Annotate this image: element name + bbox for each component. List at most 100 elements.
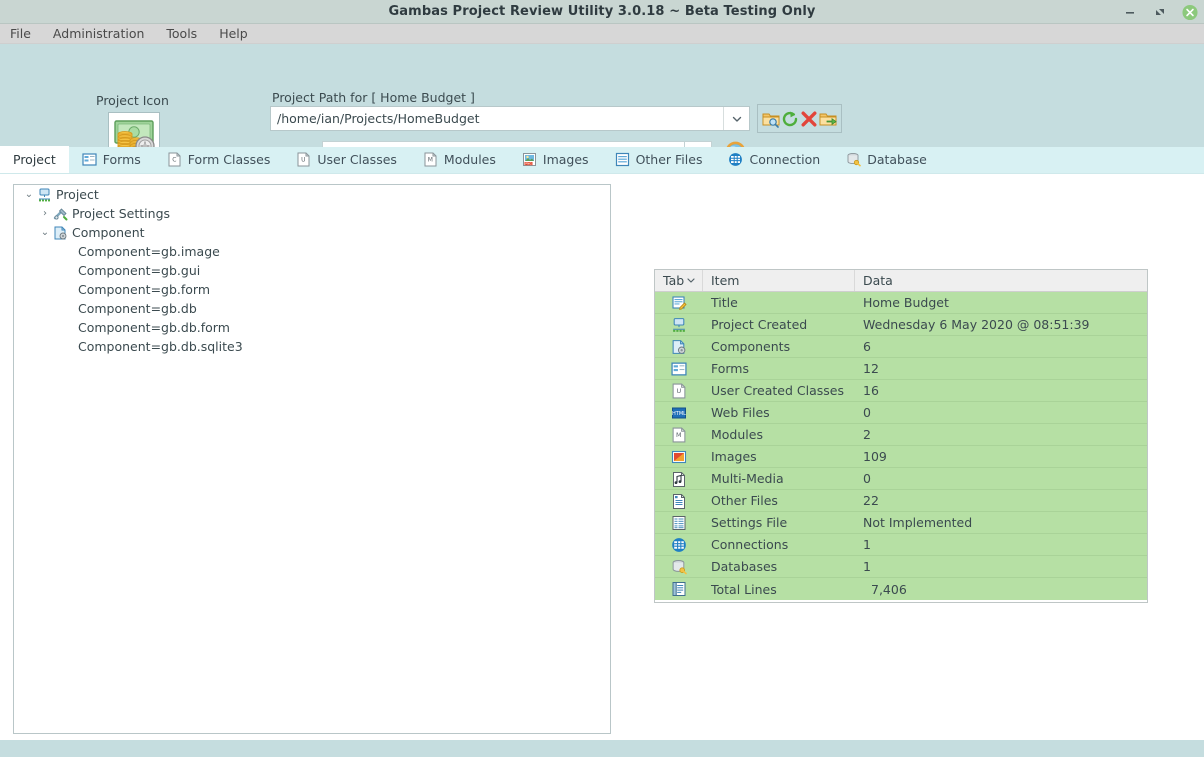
row-icon-cell [655,292,703,313]
tree-node-label: Component=gb.gui [78,263,200,278]
tree-node-component[interactable]: ⌄ Component [14,223,610,242]
tree-node-component-item[interactable]: Component=gb.image [14,242,610,261]
settings-tools-icon [52,206,69,221]
svg-text:U: U [301,156,305,163]
row-item-label: Connections [703,534,855,555]
tree-node-component-item[interactable]: Component=gb.form [14,280,610,299]
column-header-data[interactable]: Data [855,270,1147,291]
menu-item-administration[interactable]: Administration [53,26,144,41]
tab-modules[interactable]: M Modules [410,146,509,173]
clear-project-button[interactable] [800,110,818,128]
svg-text:U: U [676,386,681,394]
tree-node-project[interactable]: ⌄ Project [14,185,610,204]
tree-node-component-item[interactable]: Component=gb.db [14,299,610,318]
table-row[interactable]: Components 6 [655,336,1147,358]
chevron-down-icon[interactable] [723,107,749,130]
expander-icon[interactable]: ⌄ [22,189,36,200]
other-file-icon [671,493,687,509]
refresh-project-button[interactable] [781,110,799,128]
tab-label: Project [13,152,56,167]
close-button[interactable] [1182,4,1198,20]
project-icon [671,317,687,333]
row-icon-cell [655,358,703,379]
menu-item-help[interactable]: Help [219,26,248,41]
lines-book-icon [671,581,687,597]
status-bar [0,740,1204,757]
row-item-label: User Created Classes [703,380,855,401]
minimize-button[interactable] [1122,4,1138,20]
table-row[interactable]: Total Lines 7,406 [655,578,1147,600]
column-header-tab[interactable]: Tab [655,270,703,291]
table-row[interactable]: Project Created Wednesday 6 May 2020 @ 0… [655,314,1147,336]
u-file-icon: U [671,383,687,399]
tab-project[interactable]: Project [0,146,69,173]
expander-icon[interactable]: ⌄ [38,227,52,238]
sort-chevron-icon[interactable] [686,273,696,288]
column-header-item[interactable]: Item [703,270,855,291]
open-project-button[interactable] [819,110,837,128]
menu-item-tools[interactable]: Tools [166,26,197,41]
tree-node-label: Project [56,187,99,202]
table-row[interactable]: Title Home Budget [655,292,1147,314]
tree-node-component-item[interactable]: Component=gb.gui [14,261,610,280]
table-row[interactable]: Forms 12 [655,358,1147,380]
edit-document-icon [671,295,687,311]
row-icon-cell [655,446,703,467]
html-file-icon: HTML [671,405,687,421]
menu-item-file[interactable]: File [10,26,31,41]
tab-images[interactable]: PNG Images [509,146,602,173]
settings-list-icon [671,515,687,531]
table-row[interactable]: U User Created Classes 16 [655,380,1147,402]
project-path-combo[interactable] [270,106,750,131]
tab-other-files[interactable]: Other Files [602,146,716,173]
table-row[interactable]: Multi-Media 0 [655,468,1147,490]
row-data-value: 0 [855,402,1147,423]
row-icon-cell: HTML [655,402,703,423]
tab-connection[interactable]: Connection [715,146,833,173]
table-row[interactable]: HTML Web Files 0 [655,402,1147,424]
form-icon [671,361,687,377]
tab-database[interactable]: Database [833,146,940,173]
table-row[interactable]: Databases 1 [655,556,1147,578]
tab-forms[interactable]: Forms [69,146,154,173]
u-file-icon: U [296,152,311,167]
table-row[interactable]: Connections 1 [655,534,1147,556]
project-summary-table[interactable]: Tab Item Data Title Home Budget [654,269,1148,603]
project-toolbar-buttons [757,104,842,133]
tab-label: Database [867,152,927,167]
tree-node-project-settings[interactable]: › Project Settings [14,204,610,223]
column-header-label: Tab [663,273,684,288]
row-item-label: Title [703,292,855,313]
component-icon [52,225,69,240]
tab-form-classes[interactable]: C Form Classes [154,146,284,173]
tree-node-label: Component=gb.db [78,301,197,316]
row-data-value: 109 [855,446,1147,467]
project-tree[interactable]: ⌄ Project › Project Settings ⌄ Component… [13,184,611,734]
row-icon-cell: U [655,380,703,401]
tab-user-classes[interactable]: U User Classes [283,146,410,173]
table-header-row: Tab Item Data [655,270,1147,292]
tab-strip: Project Forms C Form Classes U User Clas… [0,147,1204,174]
expander-icon[interactable]: › [38,208,52,219]
tree-node-component-item[interactable]: Component=gb.db.sqlite3 [14,337,610,356]
row-item-label: Other Files [703,490,855,511]
window-controls [1122,0,1198,24]
restore-button[interactable] [1152,4,1168,20]
toolbar-panel: Project Icon [0,44,1204,145]
table-row[interactable]: Other Files 22 [655,490,1147,512]
table-row[interactable]: Images 109 [655,446,1147,468]
project-path-input[interactable] [271,111,723,126]
table-row[interactable]: Settings File Not Implemented [655,512,1147,534]
text-file-icon [615,152,630,167]
table-row[interactable]: M Modules 2 [655,424,1147,446]
media-note-icon [671,471,687,487]
tree-node-component-item[interactable]: Component=gb.db.form [14,318,610,337]
row-item-label: Modules [703,424,855,445]
m-file-icon: M [423,152,438,167]
tab-label: Modules [444,152,496,167]
column-header-label: Item [711,273,739,288]
tree-node-label: Component [72,225,145,240]
browse-project-button[interactable] [762,110,780,128]
row-data-value: 22 [855,490,1147,511]
row-data-value: Wednesday 6 May 2020 @ 08:51:39 [855,314,1147,335]
